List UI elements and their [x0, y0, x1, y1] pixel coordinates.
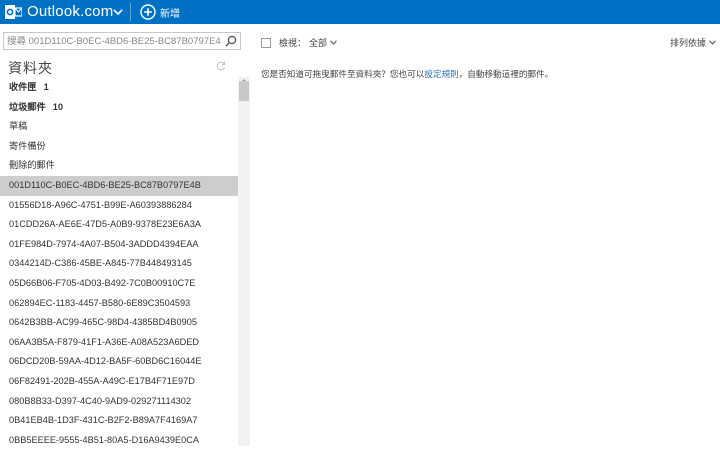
chevron-down-icon: [709, 40, 716, 45]
folder-item-label: 05D66B06-F705-4D03-B492-7C0B00910C7E: [9, 277, 196, 288]
folder-item-label: 06DCD20B-59AA-4D12-BA5F-60BD6C16044E: [9, 356, 202, 367]
folder-item[interactable]: 05D66B06-F705-4D03-B492-7C0B00910C7E: [0, 274, 238, 294]
folder-item[interactable]: 0344214D-C386-45BE-A845-77B448493145: [0, 254, 238, 274]
folder-item[interactable]: 0B41EB4B-1D3F-431C-B2F2-B89A7F4169A7: [0, 411, 238, 431]
filter-bar: 檢視： 全部: [261, 36, 337, 49]
folder-list: 收件匣 1 垃圾郵件 10 草稿寄件備份刪除的郵件 001D110C-B0EC-4BD6-…: [0, 78, 238, 450]
chevron-down-icon: [330, 40, 337, 45]
new-button-label: 新增: [160, 8, 180, 20]
divider: [130, 3, 131, 21]
folder-item-label: 垃圾郵件: [9, 101, 46, 112]
folder-item[interactable]: 0642B3BB-AC99-465C-98D4-4385BD4B0905: [0, 313, 238, 333]
folder-item-label: 01556D18-A96C-4751-B99E-A60393886284: [9, 199, 192, 210]
folder-item[interactable]: 06AA3B5A-F879-41F1-A36E-A08A523A6DED: [0, 333, 238, 353]
folder-item-label: 0344214D-C386-45BE-A845-77B448493145: [9, 258, 192, 269]
filter-dropdown[interactable]: 全部: [309, 36, 337, 49]
folder-item-label: 080B8B33-D397-4C40-9AD9-029271114302: [9, 395, 192, 406]
hint-text-after: ，自動移動這裡的郵件。: [458, 69, 554, 79]
folder-item[interactable]: 刪除的郵件: [0, 156, 238, 176]
folder-item-label: 062894EC-1183-4457-B580-6E89C3504593: [9, 297, 191, 308]
folder-item-label: 06AA3B5A-F879-41F1-A36E-A08A523A6DED: [9, 336, 199, 347]
folder-item-label: 001D110C-B0EC-4BD6-BE25-BC87B0797E4B: [9, 179, 201, 190]
folder-item-label: 0B41EB4B-1D3F-431C-B2F2-B89A7F4169A7: [9, 415, 198, 426]
folder-item[interactable]: 01FE984D-7974-4A07-B504-3ADDD4394EAA: [0, 235, 238, 255]
filter-value: 全部: [309, 38, 328, 48]
set-rules-link[interactable]: 設定規則: [424, 69, 458, 79]
hint-text-before: 您是否知道可拖曳郵件至資料夾？您也可以: [261, 69, 425, 79]
folder-item-label: 寄件備份: [9, 140, 46, 151]
folder-item-label: 0642B3BB-AC99-465C-98D4-4385BD4B0905: [9, 317, 197, 328]
folder-pane: 資料夾 收件匣 1 垃圾郵件 10 草稿寄件備份刪除的郵件 001D110C-B0EC-4…: [0, 24, 250, 446]
message-pane: 檢視： 全部 排列依據 您是否知道可拖曳郵件至資料夾？您也可以設定規則，自動移動…: [250, 24, 720, 446]
search-icon[interactable]: [225, 35, 237, 47]
folder-item[interactable]: 草稿: [0, 117, 238, 137]
search-box: [3, 32, 241, 50]
search-input[interactable]: [7, 33, 221, 49]
folder-item-label: 01CDD26A-AE6E-47D5-A0B9-9378E23E6A3A: [9, 219, 202, 230]
empty-folder-hint: 您是否知道可拖曳郵件至資料夾？您也可以設定規則，自動移動這裡的郵件。: [261, 68, 553, 80]
refresh-icon[interactable]: [216, 61, 226, 71]
folder-item[interactable]: 寄件備份: [0, 137, 238, 157]
folder-item[interactable]: 收件匣 1: [0, 78, 238, 98]
folders-heading: 資料夾: [8, 60, 53, 76]
folder-item[interactable]: 06F82491-202B-455A-A49C-E17B4F71E97D: [0, 372, 238, 392]
folder-item[interactable]: 0BB5EEEE-9555-4B51-80A5-D16A9439E0CA: [0, 431, 238, 450]
folder-item-label: 0BB5EEEE-9555-4B51-80A5-D16A9439E0CA: [9, 434, 199, 445]
sort-dropdown[interactable]: 排列依據: [670, 36, 716, 49]
folder-item[interactable]: 垃圾郵件 10: [0, 98, 238, 118]
folder-item[interactable]: 01556D18-A96C-4751-B99E-A60393886284: [0, 196, 238, 216]
folder-item[interactable]: 01CDD26A-AE6E-47D5-A0B9-9378E23E6A3A: [0, 215, 238, 235]
scroll-thumb[interactable]: [239, 81, 249, 101]
folder-item-label: 刪除的郵件: [9, 160, 55, 171]
outlook-logo-icon[interactable]: [5, 4, 22, 20]
folder-item-label: 草稿: [9, 121, 28, 132]
brand-title[interactable]: Outlook.com: [27, 2, 113, 22]
filter-label: 檢視：: [279, 38, 307, 48]
folder-item-label: 06F82491-202B-455A-A49C-E17B4F71E97D: [9, 375, 195, 386]
plus-circle-icon: [140, 4, 156, 20]
unread-count: 1: [43, 82, 49, 92]
chevron-down-icon[interactable]: [111, 4, 125, 20]
new-button[interactable]: 新增: [140, 2, 180, 22]
folder-scrollbar[interactable]: [238, 77, 250, 446]
folder-item[interactable]: 080B8B33-D397-4C40-9AD9-029271114302: [0, 392, 238, 412]
folder-item[interactable]: 062894EC-1183-4457-B580-6E89C3504593: [0, 294, 238, 314]
folder-item-label: 收件匣: [9, 82, 37, 92]
sort-label: 排列依據: [669, 38, 706, 48]
top-bar: Outlook.com 新增: [0, 0, 720, 24]
folder-item-label: 01FE984D-7974-4A07-B504-3ADDD4394EAA: [9, 238, 199, 249]
select-all-checkbox[interactable]: [261, 37, 271, 48]
folder-item[interactable]: 06DCD20B-59AA-4D12-BA5F-60BD6C16044E: [0, 352, 238, 372]
unread-count: 10: [52, 101, 63, 112]
folder-item[interactable]: 001D110C-B0EC-4BD6-BE25-BC87B0797E4B: [0, 175, 238, 196]
